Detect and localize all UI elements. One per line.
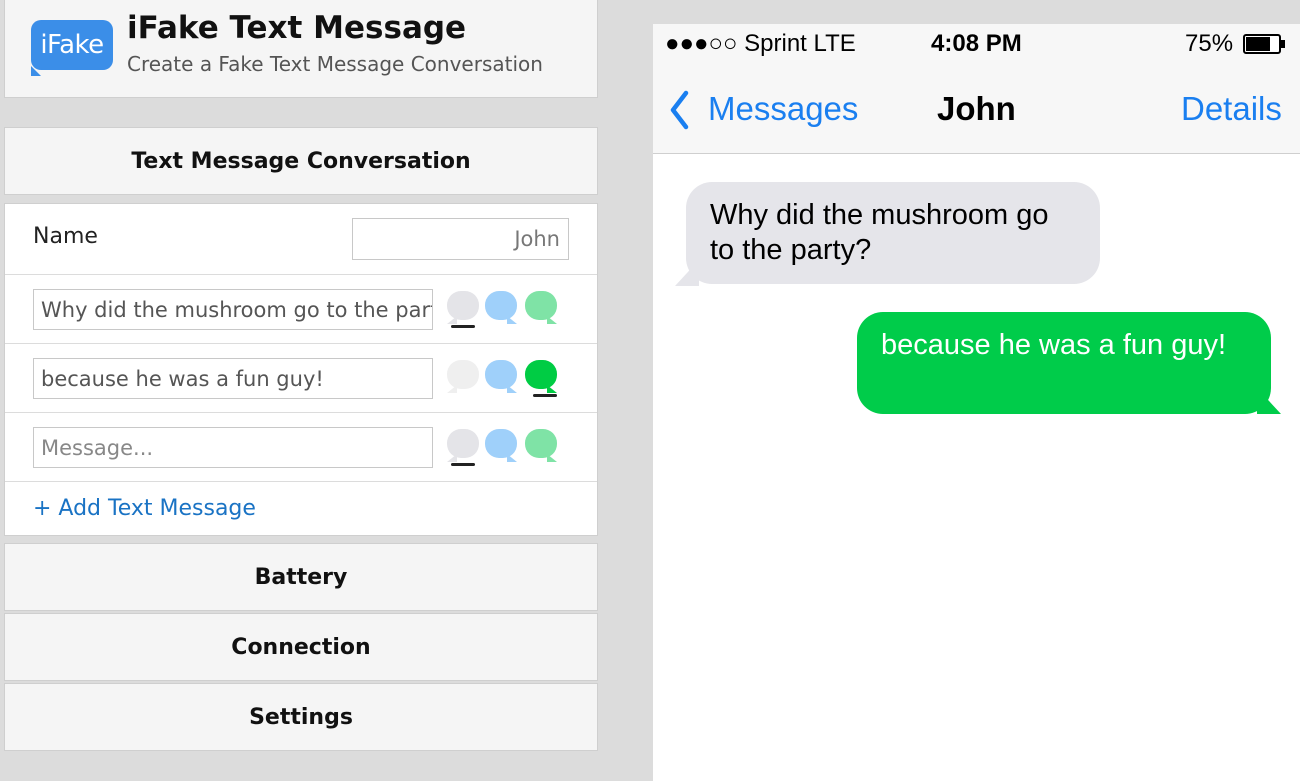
add-message-row: + Add Text Message (5, 482, 597, 537)
green-bubble-button[interactable] (525, 429, 557, 463)
conversation-editor: Name John Why did the mushroom go to the… (4, 203, 598, 536)
selected-indicator (451, 463, 475, 466)
grey-bubble-button[interactable] (447, 429, 479, 466)
connection-section-header[interactable]: Connection (4, 613, 598, 681)
grey-bubble-button[interactable] (447, 360, 479, 394)
battery-section-header[interactable]: Battery (4, 543, 598, 611)
ifake-logo: iFake (29, 18, 115, 76)
green-bubble-button[interactable] (525, 291, 557, 325)
app-subtitle: Create a Fake Text Message Conversation (127, 52, 543, 76)
name-label: Name (33, 224, 98, 249)
outgoing-message-bubble: because he was a fun guy! (857, 312, 1271, 414)
details-button[interactable]: Details (1181, 90, 1282, 128)
message-row (5, 344, 597, 413)
phone-header: ●●●○○ Sprint LTE 4:08 PM 75% Messages Jo… (653, 24, 1300, 154)
status-time: 4:08 PM (931, 30, 1022, 57)
battery-section-title: Battery (254, 564, 348, 590)
message-input[interactable] (33, 427, 433, 468)
connection-section-title: Connection (231, 634, 371, 660)
settings-section-header[interactable]: Settings (4, 683, 598, 751)
contact-name-title: John (937, 90, 1016, 127)
blue-bubble-button[interactable] (485, 291, 517, 325)
app-title: iFake Text Message (127, 10, 467, 46)
blue-bubble-button[interactable] (485, 429, 517, 463)
name-row: Name (5, 204, 597, 275)
settings-section-title: Settings (249, 704, 353, 730)
message-row (5, 275, 597, 344)
conversation-section-header[interactable]: Text Message Conversation (4, 127, 598, 195)
battery-icon (1243, 34, 1285, 54)
logo-text: iFake (31, 20, 113, 70)
message-input[interactable] (33, 358, 433, 399)
battery-percent: 75% (1185, 30, 1234, 57)
incoming-message-bubble: Why did the mushroom go to the party? (686, 182, 1100, 284)
selected-indicator (451, 325, 475, 328)
conversation-section-title: Text Message Conversation (131, 148, 471, 174)
messages-back-button[interactable]: Messages (708, 90, 858, 128)
message-row (5, 413, 597, 482)
name-input[interactable] (352, 218, 569, 260)
app-header: iFake iFake Text Message Create a Fake T… (4, 0, 598, 98)
phone-preview: ●●●○○ Sprint LTE 4:08 PM 75% Messages Jo… (653, 24, 1300, 781)
chevron-left-icon[interactable] (669, 90, 689, 130)
selected-indicator (533, 394, 557, 397)
blue-bubble-button[interactable] (485, 360, 517, 394)
grey-bubble-button[interactable] (447, 291, 479, 328)
message-input[interactable] (33, 289, 433, 330)
add-text-message-link[interactable]: + Add Text Message (33, 496, 256, 521)
green-bubble-button[interactable] (525, 360, 557, 397)
carrier-status: ●●●○○ Sprint LTE (665, 30, 856, 57)
